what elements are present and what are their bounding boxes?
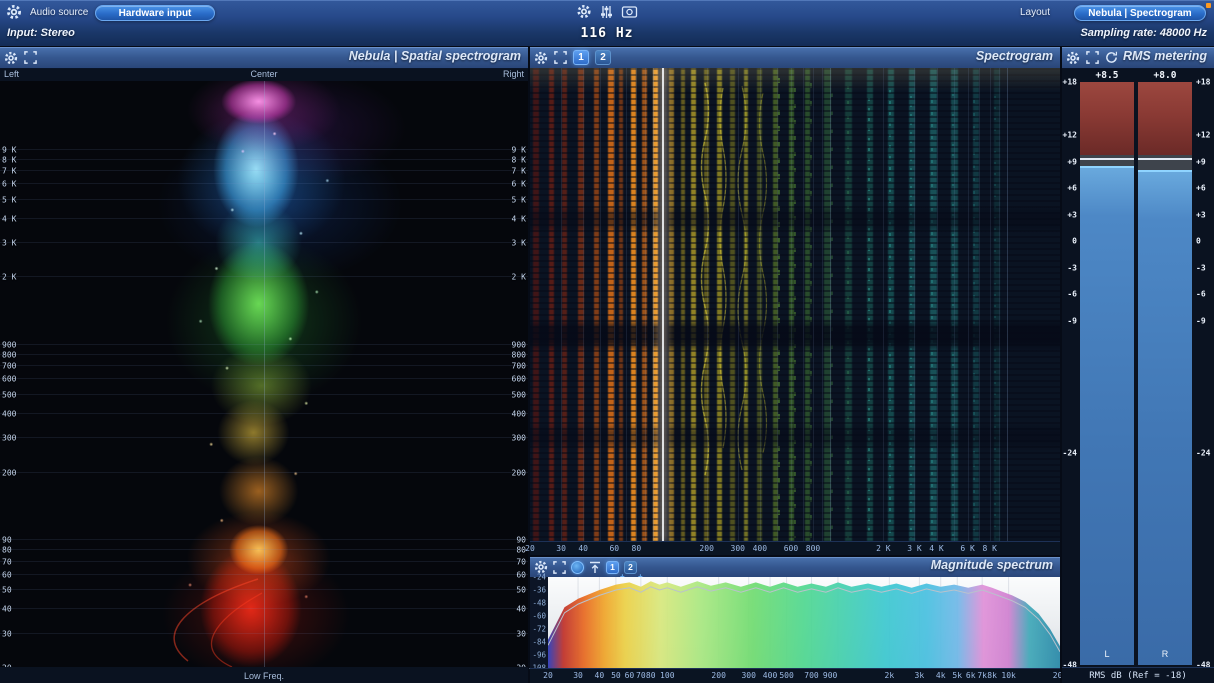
spectrogram-cursor <box>661 68 664 541</box>
snapshot-camera-icon[interactable] <box>621 5 638 18</box>
gear-icon[interactable] <box>1066 51 1080 65</box>
rms-meter: L <box>1080 82 1134 665</box>
layout-preset-button[interactable]: Nebula | Spectrogram <box>1074 5 1206 21</box>
meter-red-zone <box>1080 82 1134 156</box>
pan-right-label: Right <box>502 69 524 79</box>
rms-panel-header: RMS metering <box>1062 47 1214 68</box>
peak-reset-icon[interactable] <box>589 561 601 574</box>
rms-reference-footer: RMS dB (Ref = -18) <box>1062 667 1214 683</box>
meter-peak-line <box>1080 158 1134 161</box>
rms-values-row: +8.5 +8.0 <box>1062 70 1214 81</box>
pan-left-label: Left <box>4 69 20 79</box>
magnitude-xaxis: 20 30 40 50 60 70 80 100 200 300 400 500 700 900 2k 3k 4… <box>530 668 1067 683</box>
rms-metering-panel: RMS metering +8.5 +8.0 +18 +12 +9 +6 +3 0 -3 -6… <box>1062 47 1214 683</box>
nebula-app: Audio source Hardware input Input: Stere… <box>0 0 1214 683</box>
view-1-button[interactable]: 1 <box>606 560 619 574</box>
hold-toggle-button[interactable] <box>571 560 584 574</box>
fullscreen-icon[interactable] <box>554 51 567 64</box>
sampling-rate-label: Sampling rate: 48000 Hz <box>1080 27 1207 39</box>
audio-source-label: Audio source <box>30 7 89 18</box>
view-2-button[interactable]: 2 <box>595 50 611 65</box>
spectrogram-panel: 1 2 Spectrogram 20 30 40 60 80 200 300 4… <box>525 47 1060 555</box>
reset-refresh-icon[interactable] <box>1105 51 1118 64</box>
magnitude-plot[interactable] <box>548 577 1060 668</box>
view-1-button[interactable]: 1 <box>573 50 589 65</box>
channel-label: L <box>1104 649 1110 659</box>
rms-meter: R <box>1138 82 1192 665</box>
spectrogram-plot[interactable] <box>530 68 1060 541</box>
meter-peak-line <box>1138 158 1192 161</box>
pan-axis-labels: Left Center Right <box>0 69 528 81</box>
rms-value-right: +8.0 <box>1153 70 1177 81</box>
cursor-frequency-readout: 116 Hz <box>580 26 634 41</box>
view-2-button[interactable]: 2 <box>624 560 637 574</box>
top-bar: Audio source Hardware input Input: Stere… <box>0 0 1214 47</box>
magnitude-svg <box>548 577 1060 668</box>
fullscreen-icon[interactable] <box>553 560 566 574</box>
panel-title: RMS metering <box>1122 49 1207 63</box>
rms-scale-left: +18 +12 +9 +6 +3 0 -3 -6 -9 -24 -48 <box>1062 77 1077 670</box>
fullscreen-icon[interactable] <box>1086 51 1099 64</box>
gear-icon[interactable] <box>577 4 592 19</box>
rms-scale-right: +18 +12 +9 +6 +3 0 -3 -6 -9 -24 -48 <box>1196 77 1211 670</box>
center-pan-line <box>264 81 265 667</box>
fullscreen-icon[interactable] <box>24 51 37 64</box>
rms-meter-fill <box>1080 165 1134 665</box>
pan-center-label: Center <box>250 69 278 79</box>
gear-icon[interactable] <box>4 51 18 65</box>
center-toolbar <box>577 4 638 19</box>
rms-value-left: +8.5 <box>1095 70 1119 81</box>
spatial-spectrogram-panel: Nebula | Spatial spectrogram Left Center… <box>0 47 528 683</box>
channel-label: R <box>1161 649 1169 659</box>
gear-icon[interactable] <box>6 4 22 20</box>
spectrogram-panel-header: 1 2 Spectrogram <box>530 47 1060 68</box>
spectrogram-xaxis: 20 30 40 60 80 200 300 400 600 800 2 K3 K4 K6 K8 K <box>525 541 1060 555</box>
rms-meter-fill <box>1138 170 1192 665</box>
panel-title: Magnitude spectrum <box>930 558 1053 572</box>
meter-red-zone <box>1138 82 1192 156</box>
spectrogram-time-texture <box>530 68 1060 541</box>
input-info: Input: Stereo <box>7 27 75 39</box>
spatial-viz[interactable]: 9 K9 K8 K8 K7 K7 K6 K6 K5 K5 K4 K4 K3 K3… <box>0 81 528 667</box>
layout-button[interactable]: Layout <box>1020 7 1050 18</box>
notification-dot <box>1206 3 1211 8</box>
spatial-panel-header: Nebula | Spatial spectrogram <box>0 47 528 68</box>
hardware-input-button[interactable]: Hardware input <box>95 5 215 21</box>
magnitude-fill <box>548 581 1060 668</box>
gear-icon[interactable] <box>534 51 548 65</box>
magnitude-spectrum-panel: 1 2 + + Magnitude spectrum -24-36-48-60-… <box>528 557 1067 683</box>
low-freq-label: Low Freq. <box>243 671 285 681</box>
settings-sliders-icon[interactable] <box>600 5 614 19</box>
magnitude-panel-header: 1 2 + + Magnitude spectrum <box>530 557 1060 581</box>
magnitude-yaxis: -24-36-48-60-72-84-96-108 <box>528 573 548 673</box>
panel-title: Nebula | Spatial spectrogram <box>348 49 521 63</box>
panel-title: Spectrogram <box>975 49 1053 63</box>
